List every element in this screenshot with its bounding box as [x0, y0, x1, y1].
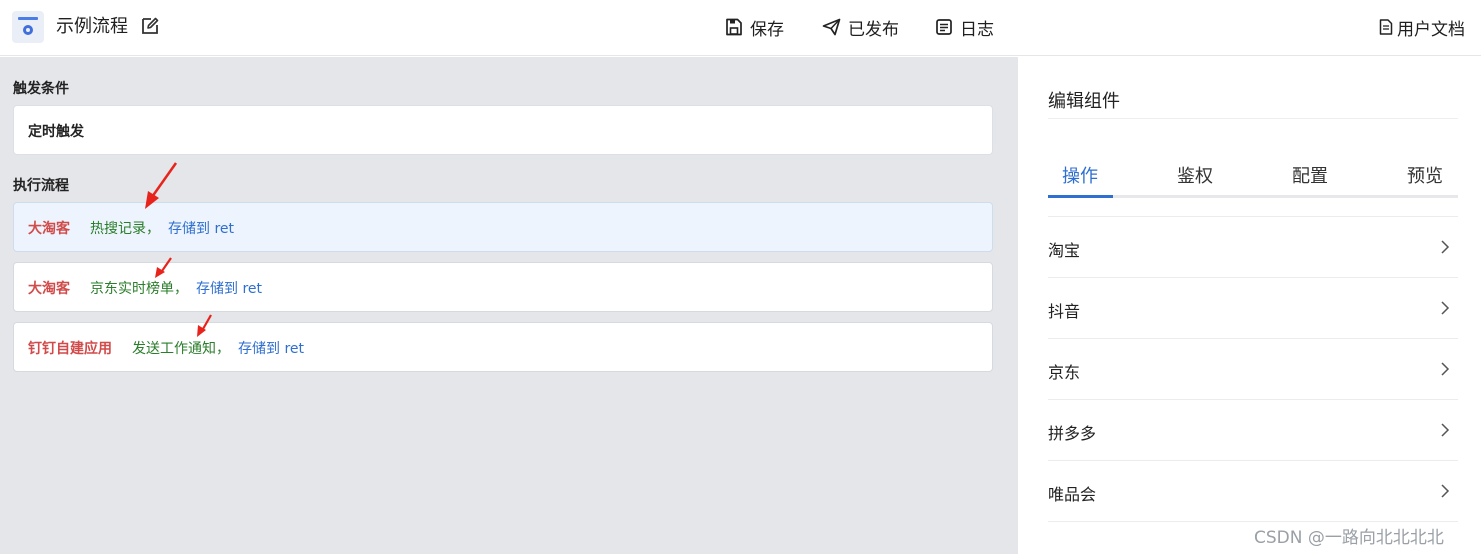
tab-config[interactable]: 配置 — [1292, 162, 1328, 188]
step-separator: ， — [146, 221, 160, 237]
save-button[interactable]: 保存 — [725, 15, 784, 40]
save-icon — [726, 18, 742, 36]
log-button[interactable]: 日志 — [935, 15, 994, 40]
flow-title: 示例流程 — [56, 16, 128, 37]
component-item-taobao[interactable]: 淘宝 — [1048, 217, 1458, 278]
step-app-name: 大淘客 — [28, 221, 70, 237]
component-item-label: 唯品会 — [1048, 485, 1097, 504]
panel-tabs: 操作 鉴权 配置 预览 — [1048, 162, 1458, 198]
trigger-section-title: 触发条件 — [13, 81, 69, 97]
edit-component-panel: 编辑组件 操作 鉴权 配置 预览 淘宝 抖音 京东 拼多多 唯品会 — [1028, 68, 1481, 554]
step-app-name: 大淘客 — [28, 281, 70, 297]
flow-step-1[interactable]: 大淘客 热搜记录 ， 存储到 ret — [13, 202, 993, 252]
step-operation: 热搜记录 — [90, 221, 146, 237]
document-icon — [1379, 19, 1393, 35]
component-item-label: 抖音 — [1048, 302, 1081, 321]
flow-step-2[interactable]: 大淘客 京东实时榜单 ， 存储到 ret — [13, 262, 993, 312]
top-bar: 示例流程 保存 已发布 日志 用户文档 — [0, 0, 1481, 56]
log-label: 日志 — [960, 19, 994, 40]
publish-button[interactable]: 已发布 — [822, 15, 899, 40]
step-separator: ， — [216, 341, 230, 357]
watermark: CSDN @一路向北北北北 — [1254, 528, 1444, 548]
step-operation: 发送工作通知 — [132, 341, 216, 357]
panel-title: 编辑组件 — [1048, 91, 1120, 112]
panel-divider — [1048, 118, 1458, 119]
chevron-right-icon — [1441, 484, 1450, 498]
component-item-jd[interactable]: 京东 — [1048, 339, 1458, 400]
edit-icon[interactable] — [140, 16, 160, 36]
step-store-target: 存储到 ret — [168, 221, 235, 237]
component-item-label: 淘宝 — [1048, 241, 1081, 260]
tab-preview[interactable]: 预览 — [1407, 162, 1443, 188]
component-item-douyin[interactable]: 抖音 — [1048, 278, 1458, 339]
save-label: 保存 — [750, 19, 784, 40]
chevron-right-icon — [1441, 423, 1450, 437]
tab-operation[interactable]: 操作 — [1062, 162, 1098, 188]
component-item-label: 拼多多 — [1048, 424, 1097, 443]
chevron-right-icon — [1441, 240, 1450, 254]
component-item-vipshop[interactable]: 唯品会 — [1048, 461, 1458, 522]
log-icon — [936, 19, 952, 35]
step-store-target: 存储到 ret — [196, 281, 263, 297]
component-item-label: 京东 — [1048, 363, 1081, 382]
trigger-label: 定时触发 — [28, 124, 84, 140]
tab-auth[interactable]: 鉴权 — [1177, 162, 1213, 188]
chevron-right-icon — [1441, 362, 1450, 376]
step-store-target: 存储到 ret — [238, 341, 305, 357]
publish-label: 已发布 — [848, 19, 899, 40]
chevron-right-icon — [1441, 301, 1450, 315]
step-app-name: 钉钉自建应用 — [28, 341, 112, 357]
component-item-pinduoduo[interactable]: 拼多多 — [1048, 400, 1458, 461]
app-logo-icon — [12, 11, 44, 43]
user-docs-label: 用户文档 — [1397, 19, 1465, 40]
flow-canvas: 触发条件 定时触发 执行流程 大淘客 热搜记录 ， 存储到 ret 大淘客 京东… — [0, 57, 1018, 554]
user-docs-link[interactable]: 用户文档 — [1379, 15, 1465, 40]
tab-active-indicator — [1048, 195, 1113, 198]
step-separator: ， — [174, 281, 188, 297]
flow-section-title: 执行流程 — [13, 178, 69, 194]
trigger-card[interactable]: 定时触发 — [13, 105, 993, 155]
flow-step-3[interactable]: 钉钉自建应用 发送工作通知 ， 存储到 ret — [13, 322, 993, 372]
step-operation: 京东实时榜单 — [90, 281, 174, 297]
send-icon — [822, 18, 841, 36]
